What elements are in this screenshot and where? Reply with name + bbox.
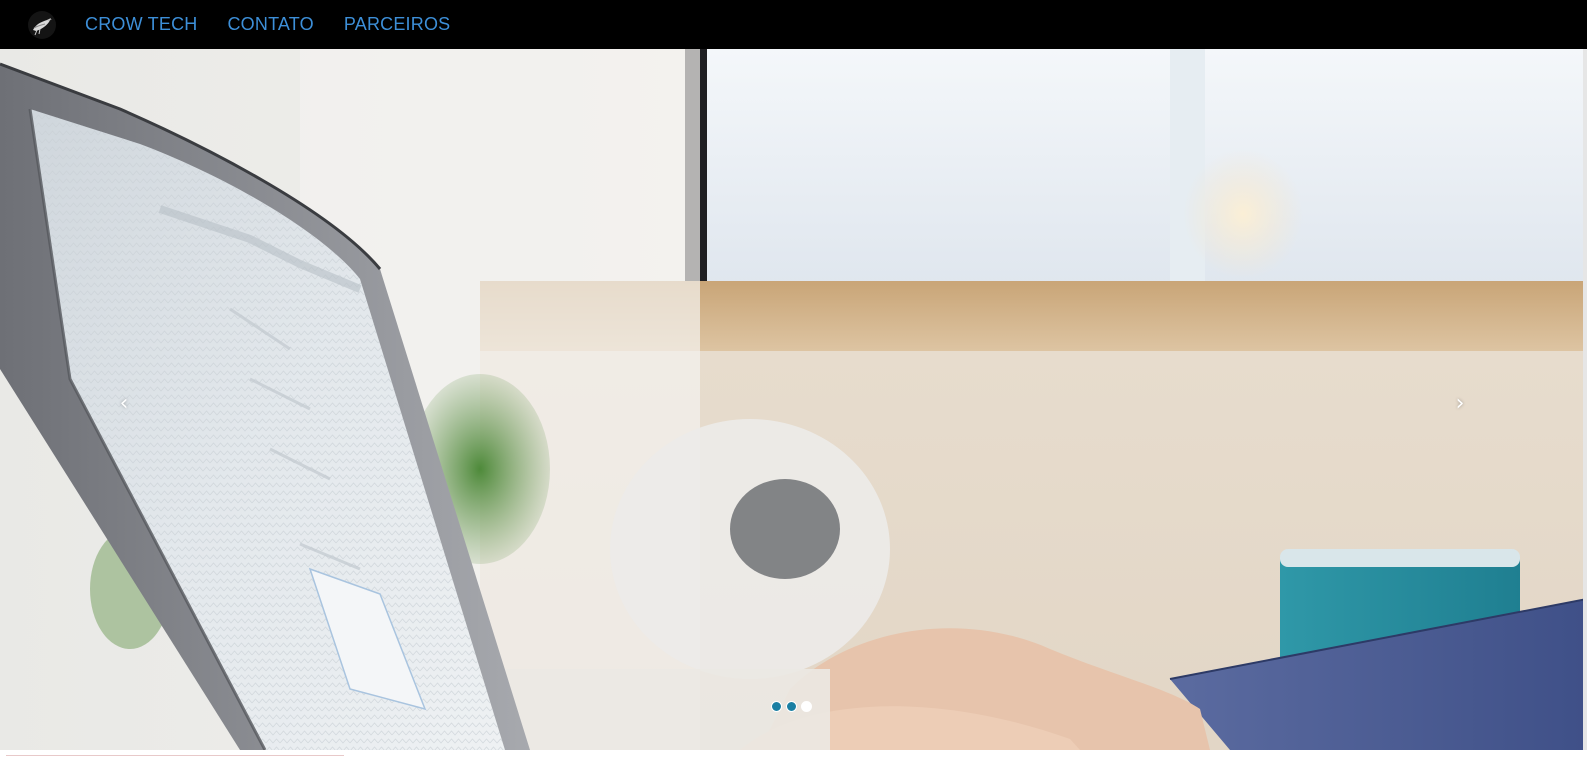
nav-link-crow-tech[interactable]: CROW TECH xyxy=(85,14,197,35)
carousel-prev-button[interactable]: ‹ xyxy=(112,389,136,419)
top-navbar: CROW TECH CONTATO PARCEIROS xyxy=(0,0,1587,49)
carousel-next-button[interactable]: › xyxy=(1448,389,1472,419)
carousel-indicator-1[interactable] xyxy=(771,701,782,712)
chevron-left-icon: ‹ xyxy=(119,391,129,416)
carousel-indicator-2[interactable] xyxy=(786,701,797,712)
content-below-fold xyxy=(0,750,1587,758)
hero-carousel: ‹ › xyxy=(0,49,1587,750)
nav-link-parceiros[interactable]: PARCEIROS xyxy=(344,14,451,35)
carousel-indicators xyxy=(771,701,812,712)
page-scrollbar[interactable] xyxy=(1583,49,1587,758)
carousel-indicator-3[interactable] xyxy=(801,701,812,712)
nav-links: CROW TECH CONTATO PARCEIROS xyxy=(85,0,480,49)
crow-logo-icon[interactable] xyxy=(27,10,57,40)
page: CROW TECH CONTATO PARCEIROS ‹ › xyxy=(0,0,1587,758)
divider xyxy=(6,755,344,756)
hero-slide-image xyxy=(0,49,1587,750)
nav-link-contato[interactable]: CONTATO xyxy=(227,14,313,35)
chevron-right-icon: › xyxy=(1455,391,1465,416)
